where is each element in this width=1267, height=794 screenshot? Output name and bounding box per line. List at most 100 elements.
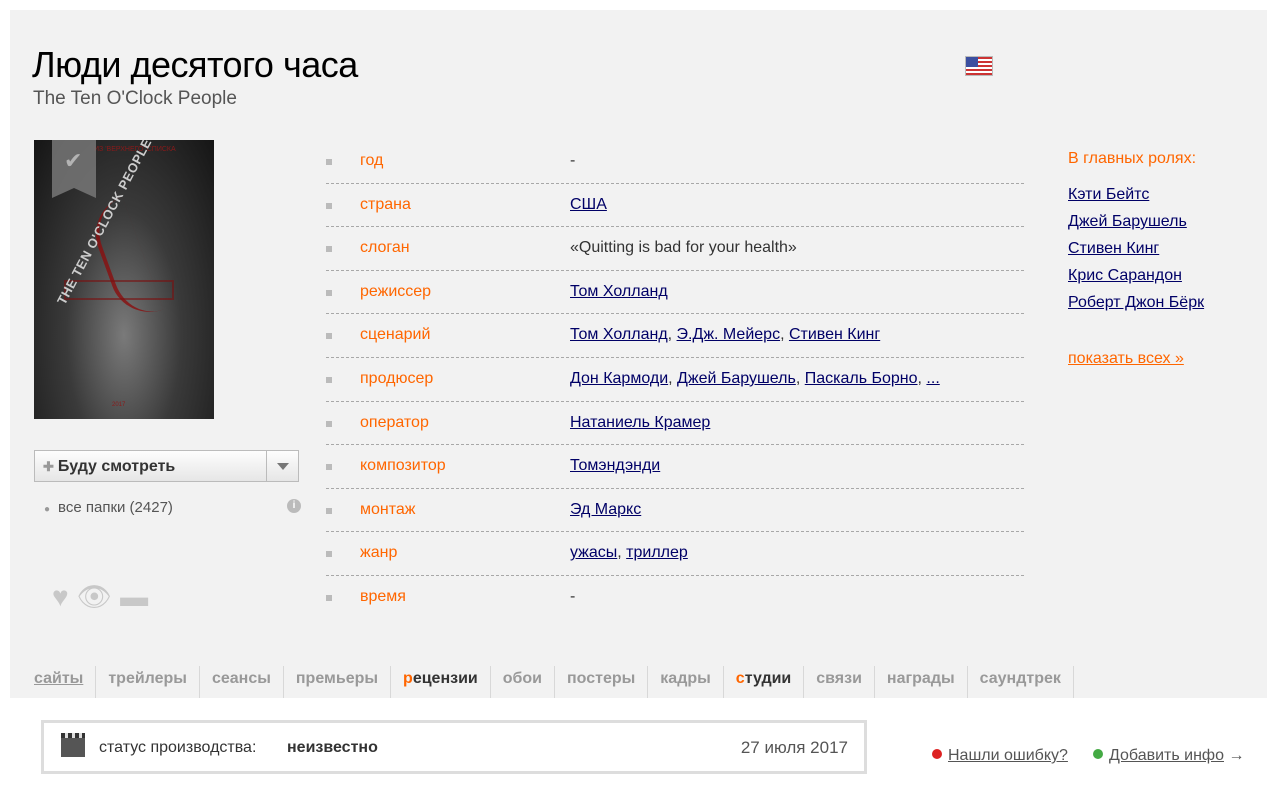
bullet-icon <box>326 333 332 340</box>
info-label: год <box>360 152 384 169</box>
add-info-link[interactable]: Добавить инфо <box>1109 747 1224 764</box>
tab-item[interactable]: сеансы <box>200 666 284 698</box>
info-value: Эд Маркс <box>570 501 641 519</box>
tab-item[interactable]: премьеры <box>284 666 392 698</box>
tab-item[interactable]: трейлеры <box>96 666 200 698</box>
watch-later-button[interactable]: ✚ Буду смотреть <box>34 450 299 482</box>
cast-actor-link[interactable]: Джей Барушель <box>1068 213 1204 231</box>
status-label: статус производства: <box>99 739 257 756</box>
info-row: время - <box>326 576 1024 620</box>
tab-item[interactable]: обои <box>491 666 555 698</box>
status-date: 27 июля 2017 <box>740 738 848 757</box>
production-status-box: статус производства: неизвестно 27 июля … <box>41 720 867 774</box>
info-value: - <box>570 152 576 169</box>
tab-item[interactable]: постеры <box>555 666 649 698</box>
bullet-icon <box>326 376 332 383</box>
tab-item[interactable]: награды <box>875 666 968 698</box>
bookmark-check-button[interactable]: ✔ <box>52 140 96 198</box>
all-folders-link[interactable]: ● все папки (2427) <box>44 499 173 516</box>
poster-image[interactable]: ИЗ 'ВЕРХНЕГО' СПИСКА THE TEN O'CLOCK PEO… <box>34 140 214 419</box>
info-value: Том Холланд, Э.Дж. Мейерс, Стивен Кинг <box>570 326 881 344</box>
info-label: монтаж <box>360 500 416 518</box>
tab-item[interactable]: связи <box>804 666 875 698</box>
info-row: оператор Натаниель Крамер <box>326 402 1024 446</box>
bullet-icon <box>326 420 332 427</box>
info-icon[interactable]: i <box>287 499 301 513</box>
info-label: время <box>360 587 406 605</box>
info-label: сценарий <box>360 326 431 344</box>
add-icon <box>1093 749 1103 759</box>
info-row: год - <box>326 140 1024 184</box>
watch-later-label: ✚ Буду смотреть <box>43 458 175 476</box>
bullet-icon: ● <box>44 504 51 515</box>
info-label: композитор <box>360 457 446 475</box>
film-tabs: сайты трейлеры сеансы премьеры рецензии обои п… <box>32 666 1074 698</box>
tab-item[interactable]: саундтрек <box>968 666 1074 698</box>
tab-item[interactable]: кадры <box>648 666 724 698</box>
arrow-right-icon: → <box>1228 747 1245 764</box>
info-link[interactable]: ... <box>926 370 939 387</box>
cast-actor-link[interactable]: Кэти Бейтс <box>1068 186 1204 204</box>
user-actions: ♥ 👁 ▬ <box>52 580 156 613</box>
page-title: Люди десятого часа <box>32 44 358 85</box>
bullet-icon <box>326 289 332 296</box>
info-link[interactable]: Э.Дж. Мейерс <box>677 326 781 343</box>
chevron-down-icon[interactable] <box>266 451 298 481</box>
info-label: жанр <box>360 544 398 562</box>
info-link[interactable]: ужасы <box>570 544 617 561</box>
info-value: Натаниель Крамер <box>570 414 710 432</box>
status-value: неизвестно <box>287 739 378 756</box>
info-link[interactable]: Эд Маркс <box>570 501 641 518</box>
info-link[interactable]: Дон Кармоди <box>570 370 668 387</box>
info-link[interactable]: Том Холланд <box>570 283 668 300</box>
heart-icon[interactable]: ♥ <box>52 581 69 613</box>
info-link[interactable]: Джей Барушель <box>677 370 796 387</box>
info-link[interactable]: США <box>570 196 607 213</box>
info-value: США <box>570 196 607 214</box>
info-link[interactable]: триллер <box>626 544 688 561</box>
bullet-icon <box>326 202 332 209</box>
all-folders-text: все папки (2427) <box>58 499 173 516</box>
info-link[interactable]: Паскаль Борно <box>805 370 918 387</box>
info-row: жанр ужасы, триллер <box>326 532 1024 576</box>
tab-accent-letter: с <box>735 670 745 687</box>
info-link[interactable]: Томэндэнди <box>570 457 660 474</box>
info-row: продюсер Дон Кармоди, Джей Барушель, Паск… <box>326 358 1024 402</box>
report-error-link[interactable]: Нашли ошибку? <box>948 747 1068 764</box>
error-icon <box>932 749 942 759</box>
poster-bottom-text: 2017 <box>112 402 126 408</box>
comment-icon[interactable]: ▬ <box>120 581 148 613</box>
info-link[interactable]: Стивен Кинг <box>789 326 880 343</box>
bullet-icon <box>326 594 332 601</box>
clapperboard-icon <box>61 733 85 757</box>
info-row: сценарий Том Холланд, Э.Дж. Мейерс, Стиве… <box>326 314 1024 358</box>
tab-item[interactable]: сайты <box>32 666 97 698</box>
tab-label: тудии <box>744 670 792 687</box>
info-link[interactable]: Натаниель Крамер <box>570 414 710 431</box>
info-value: Дон Кармоди, Джей Барушель, Паскаль Борн… <box>570 369 940 387</box>
tab-item[interactable]: рецензии <box>391 666 491 698</box>
info-link[interactable]: Том Холланд <box>570 326 668 343</box>
cast-actor-link[interactable]: Стивен Кинг <box>1068 240 1204 258</box>
info-value: Томэндэнди <box>570 457 660 475</box>
eye-icon[interactable]: 👁 <box>77 580 113 613</box>
bottom-bar: статус производства: неизвестно 27 июля … <box>10 698 1267 794</box>
poster-decoration <box>84 196 164 324</box>
tab-accent-letter: р <box>403 670 413 687</box>
report-error: Нашли ошибку? <box>932 747 1068 765</box>
bullet-icon <box>326 246 332 253</box>
cast-actor-link[interactable]: Крис Сарандон <box>1068 267 1204 285</box>
show-all-cast-link[interactable]: показать всех » <box>1068 350 1204 368</box>
bullet-icon <box>326 159 332 165</box>
us-flag-icon <box>965 56 993 76</box>
info-label: режиссер <box>360 282 432 300</box>
film-info-table: год - страна США слоган «Quitting is bad for … <box>326 140 1024 620</box>
info-row: страна США <box>326 184 1024 228</box>
cast-actor-link[interactable]: Роберт Джон Бёрк <box>1068 294 1204 312</box>
tab-item[interactable]: студии <box>724 666 805 698</box>
poster-decoration <box>64 280 174 300</box>
check-icon: ✔ <box>64 148 83 173</box>
original-title: The Ten O'Clock People <box>33 88 237 109</box>
cast-list: Кэти Бейтс Джей Барушель Стивен Кинг Крис С… <box>1068 186 1204 312</box>
info-value: Том Холланд <box>570 283 668 301</box>
